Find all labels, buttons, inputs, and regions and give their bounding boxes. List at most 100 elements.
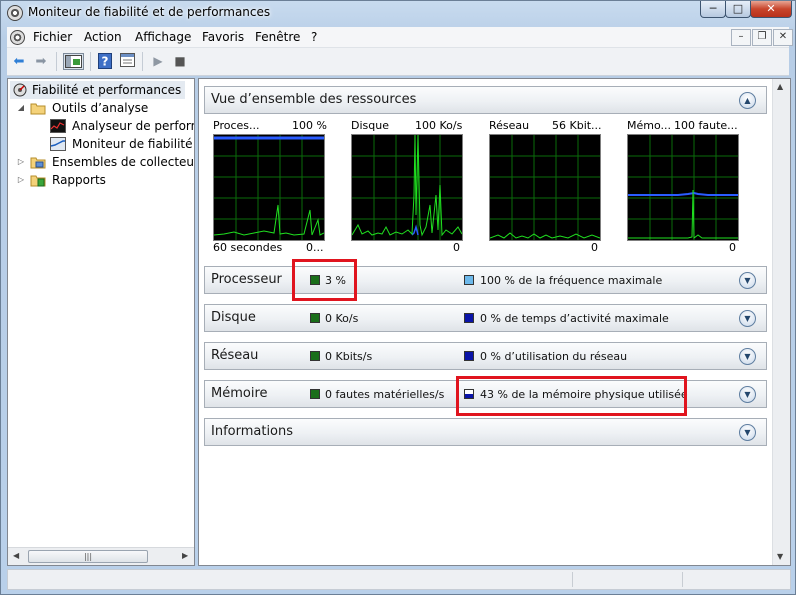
chevron-down-icon[interactable]: ▼ [739, 424, 756, 441]
status-separator [682, 572, 683, 587]
section-processeur[interactable]: Processeur 3 % 100 % de la fréquence max… [204, 266, 767, 294]
tree-label-reports: Rapports [52, 173, 106, 187]
scroll-thumb[interactable]: ||| [28, 550, 148, 563]
properties-button[interactable] [119, 53, 135, 70]
graph-time-label: 60 secondes [213, 241, 283, 254]
collapse-arrow-icon[interactable]: ◢ [16, 99, 26, 117]
minimize-icon: ─ [709, 2, 717, 15]
tree-item-tools[interactable]: ◢ Outils d’analyse [16, 99, 148, 117]
graph-title: Mémo... [627, 119, 671, 132]
section-disque[interactable]: Disque 0 Ko/s 0 % de temps d’activité ma… [204, 304, 767, 332]
status-separator [572, 572, 573, 587]
chevron-down-icon[interactable]: ▼ [739, 386, 756, 403]
tree-item-perf-analyzer[interactable]: Analyseur de performar [50, 117, 194, 135]
menu-fichier[interactable]: Fichier [33, 30, 72, 44]
scroll-up-icon[interactable]: ▲ [777, 82, 783, 91]
cpu-graph: Proces... 100 % 60 secondes 0... [210, 115, 327, 259]
minimize-icon: – [738, 31, 744, 42]
forward-button[interactable]: ➡ [32, 53, 50, 70]
play-button[interactable]: ▶ [151, 53, 165, 70]
chevron-down-icon[interactable]: ▼ [739, 310, 756, 327]
disk-activity-value: 0 % de temps d’activité maximale [480, 312, 669, 325]
section-informations[interactable]: Informations ▼ [204, 418, 767, 446]
mdi-minimize-button[interactable]: – [731, 29, 751, 46]
legend-swatch [310, 313, 320, 323]
tree-label-root: Fiabilité et performances [32, 83, 182, 97]
disk-throughput-value: 0 Ko/s [325, 312, 359, 325]
system-menu-icon[interactable] [10, 30, 25, 45]
network-chart [489, 134, 601, 241]
horizontal-scrollbar[interactable]: ◀ ||| ▶ [8, 547, 194, 565]
tree-item-root[interactable]: Fiabilité et performances [10, 81, 186, 99]
menu-favoris[interactable]: Favoris [202, 30, 244, 44]
tree-item-reliability[interactable]: Moniteur de fiabilité [50, 135, 193, 153]
forward-icon: ➡ [35, 54, 47, 69]
menu-action[interactable]: Action [84, 30, 122, 44]
tree-label-tools: Outils d’analyse [52, 101, 149, 115]
mdi-close-button[interactable]: ✕ [773, 29, 793, 46]
legend-swatch [310, 351, 320, 361]
legend-swatch [464, 275, 474, 285]
chevron-down-icon[interactable]: ▼ [739, 272, 756, 289]
section-title: Mémoire [211, 386, 268, 401]
title-bar: Moniteur de fiabilité et de performances… [1, 1, 795, 25]
tree-label-perf-analyzer: Analyseur de performar [72, 119, 194, 133]
expand-arrow-icon[interactable]: ▷ [16, 153, 26, 171]
help-icon: ? [98, 53, 112, 69]
gauge-icon [13, 83, 27, 97]
network-throughput-value: 0 Kbits/s [325, 350, 373, 363]
memory-graph: Mémo... 100 faute... 0 [624, 115, 739, 259]
toolbar: ⬅ ➡ ? ▶ ■ [7, 48, 789, 76]
collector-folder-icon [30, 157, 46, 169]
show-hide-tree-button[interactable] [63, 53, 84, 70]
play-icon: ▶ [153, 54, 163, 68]
scroll-down-icon[interactable]: ▼ [777, 552, 783, 561]
overview-graphs: Proces... 100 % 60 secondes 0... Disque … [204, 115, 767, 259]
help-button[interactable]: ? [97, 53, 113, 70]
highlight-memory-usage [456, 376, 687, 416]
graph-min-label: 0 [453, 241, 460, 254]
scroll-left-icon[interactable]: ◀ [13, 551, 19, 560]
legend-swatch [310, 389, 320, 399]
network-graph: Réseau 56 Kbit... 0 [486, 115, 602, 259]
maximize-button[interactable]: □ [725, 1, 751, 18]
graph-title: Réseau [489, 119, 530, 132]
network-utilization-value: 0 % d’utilisation du réseau [480, 350, 628, 363]
section-reseau[interactable]: Réseau 0 Kbits/s 0 % d’utilisation du ré… [204, 342, 767, 370]
overview-header[interactable]: Vue d’ensemble des ressources ▲ [204, 86, 767, 114]
stop-icon: ■ [174, 54, 186, 68]
memory-chart [627, 134, 739, 241]
legend-swatch [464, 313, 474, 323]
toolbar-separator [90, 52, 91, 71]
menu-bar: Fichier Action Affichage Favoris Fenêtre… [7, 27, 793, 48]
expand-arrow-icon[interactable]: ▷ [16, 171, 26, 189]
stop-button[interactable]: ■ [173, 53, 187, 70]
tree-item-collectors[interactable]: ▷ Ensembles de collecteurs d [16, 153, 194, 171]
tree-label-reliability: Moniteur de fiabilité [72, 137, 193, 151]
chevron-up-icon[interactable]: ▲ [739, 92, 756, 109]
section-title: Réseau [211, 348, 259, 363]
maximize-icon: □ [732, 2, 744, 15]
close-button[interactable]: ✕ [750, 1, 792, 18]
chevron-down-icon[interactable]: ▼ [739, 348, 756, 365]
tree-item-reports[interactable]: ▷ Rapports [16, 171, 106, 189]
disk-chart [351, 134, 463, 241]
reliability-monitor-icon [50, 137, 66, 151]
properties-icon [119, 53, 135, 67]
disk-graph: Disque 100 Ko/s 0 [348, 115, 463, 259]
back-button[interactable]: ⬅ [10, 53, 28, 70]
section-title: Disque [211, 310, 256, 325]
minimize-button[interactable]: ─ [700, 1, 726, 18]
reports-folder-icon [30, 175, 46, 187]
menu-affichage[interactable]: Affichage [135, 30, 191, 44]
navigation-tree: Fiabilité et performances ◢ Outils d’ana… [7, 78, 195, 566]
vertical-scrollbar[interactable]: ▲ ▼ [772, 79, 790, 565]
scroll-right-icon[interactable]: ▶ [182, 551, 188, 560]
graph-min-label: 0... [306, 241, 324, 254]
menu-fenetre[interactable]: Fenêtre [255, 30, 300, 44]
highlight-cpu-usage [292, 259, 357, 301]
app-icon[interactable] [7, 5, 23, 21]
app-window: Moniteur de fiabilité et de performances… [0, 0, 796, 595]
menu-help[interactable]: ? [311, 30, 317, 44]
mdi-restore-button[interactable]: ❐ [752, 29, 772, 46]
